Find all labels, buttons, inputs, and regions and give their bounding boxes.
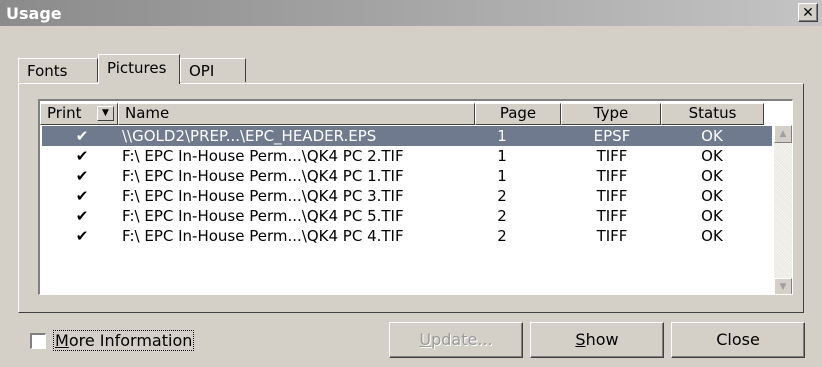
arrow-up-icon: ▲ — [779, 129, 787, 139]
cell-type: TIFF — [596, 227, 628, 245]
vertical-scrollbar[interactable]: ▲ ▼ — [774, 125, 792, 294]
arrow-down-icon: ▼ — [779, 282, 787, 292]
more-information-checkbox[interactable] — [30, 333, 46, 349]
table-row[interactable]: ✔ F:\ EPC In-House Perm...\QK4 PC 4.TIF … — [42, 226, 772, 246]
update-button[interactable]: Update... — [389, 322, 523, 358]
column-header-page[interactable]: Page — [475, 103, 561, 125]
table-row[interactable]: ✔ F:\ EPC In-House Perm...\QK4 PC 5.TIF … — [42, 206, 772, 226]
print-check-icon[interactable]: ✔ — [72, 126, 92, 146]
print-check-icon[interactable]: ✔ — [72, 166, 92, 186]
cell-page: 2 — [497, 207, 507, 225]
column-header-type[interactable]: Type — [561, 103, 661, 125]
cell-status: OK — [701, 187, 723, 205]
cell-type: EPSF — [593, 127, 631, 145]
column-header-page-label: Page — [499, 104, 537, 122]
window-title: Usage — [6, 4, 62, 23]
column-header-name-label: Name — [125, 104, 170, 122]
cell-type: TIFF — [596, 167, 628, 185]
cell-status: OK — [701, 227, 723, 245]
column-header-print-label: Print — [47, 104, 82, 122]
cell-name: F:\ EPC In-House Perm...\QK4 PC 5.TIF — [122, 207, 404, 225]
column-header-type-label: Type — [593, 104, 629, 122]
column-header-name[interactable]: Name — [118, 103, 475, 125]
more-information-label[interactable]: More Information — [52, 330, 195, 351]
tab-opi[interactable]: OPI — [180, 58, 246, 82]
print-check-icon[interactable]: ✔ — [72, 146, 92, 166]
cell-name: F:\ EPC In-House Perm...\QK4 PC 4.TIF — [122, 227, 404, 245]
cell-page: 2 — [497, 187, 507, 205]
print-check-icon[interactable]: ✔ — [72, 206, 92, 226]
table-row[interactable]: ✔ F:\ EPC In-House Perm...\QK4 PC 1.TIF … — [42, 166, 772, 186]
cell-name: F:\ EPC In-House Perm...\QK4 PC 3.TIF — [122, 187, 404, 205]
cell-status: OK — [701, 147, 723, 165]
update-button-accel: U — [419, 330, 432, 349]
update-button-label: pdate... — [431, 330, 493, 349]
table-row[interactable]: ✔ F:\ EPC In-House Perm...\QK4 PC 2.TIF … — [42, 146, 772, 166]
tab-pictures-label: Pictures — [107, 59, 167, 77]
cell-page: 1 — [497, 167, 507, 185]
tab-fonts-label: Fonts — [27, 62, 68, 80]
print-dropdown-button[interactable]: ▼ — [97, 106, 114, 121]
cell-page: 1 — [497, 147, 507, 165]
table-row[interactable]: ✔ F:\ EPC In-House Perm...\QK4 PC 3.TIF … — [42, 186, 772, 206]
scroll-down-button[interactable]: ▼ — [774, 278, 792, 294]
print-check-icon[interactable]: ✔ — [72, 186, 92, 206]
cell-status: OK — [701, 167, 723, 185]
column-header-status-label: Status — [688, 104, 737, 122]
tab-pictures[interactable]: Pictures — [98, 54, 180, 84]
table-row[interactable]: ✔ \\GOLD2\PREP...\EPC_HEADER.EPS 1 EPSF … — [42, 126, 772, 146]
cell-name: \\GOLD2\PREP...\EPC_HEADER.EPS — [122, 127, 377, 145]
close-button[interactable]: Close — [671, 322, 805, 358]
close-window-button[interactable]: ✕ — [798, 3, 818, 22]
show-button[interactable]: Show — [530, 322, 664, 358]
cell-status: OK — [701, 127, 723, 145]
cell-page: 1 — [497, 127, 507, 145]
tab-fonts[interactable]: Fonts — [18, 58, 98, 82]
show-button-accel: S — [575, 330, 586, 349]
tab-opi-label: OPI — [189, 62, 215, 80]
close-icon: ✕ — [802, 4, 814, 21]
cell-status: OK — [701, 207, 723, 225]
cell-name: F:\ EPC In-House Perm...\QK4 PC 2.TIF — [122, 147, 404, 165]
close-button-label: Close — [716, 330, 760, 349]
column-header-print[interactable]: Print ▼ — [40, 103, 118, 125]
dropdown-arrow-icon: ▼ — [102, 108, 109, 118]
cell-type: TIFF — [596, 207, 628, 225]
scroll-up-button[interactable]: ▲ — [774, 125, 792, 143]
print-check-icon[interactable]: ✔ — [72, 226, 92, 246]
cell-page: 2 — [497, 227, 507, 245]
cell-name: F:\ EPC In-House Perm...\QK4 PC 1.TIF — [122, 167, 404, 185]
cell-type: TIFF — [596, 147, 628, 165]
cell-type: TIFF — [596, 187, 628, 205]
show-button-label: how — [585, 330, 619, 349]
pictures-list[interactable]: Print ▼ Name Page Type Status ✔ \\GOLD2\… — [38, 99, 793, 295]
title-bar: Usage ✕ — [0, 0, 822, 26]
column-header-status[interactable]: Status — [661, 103, 764, 125]
